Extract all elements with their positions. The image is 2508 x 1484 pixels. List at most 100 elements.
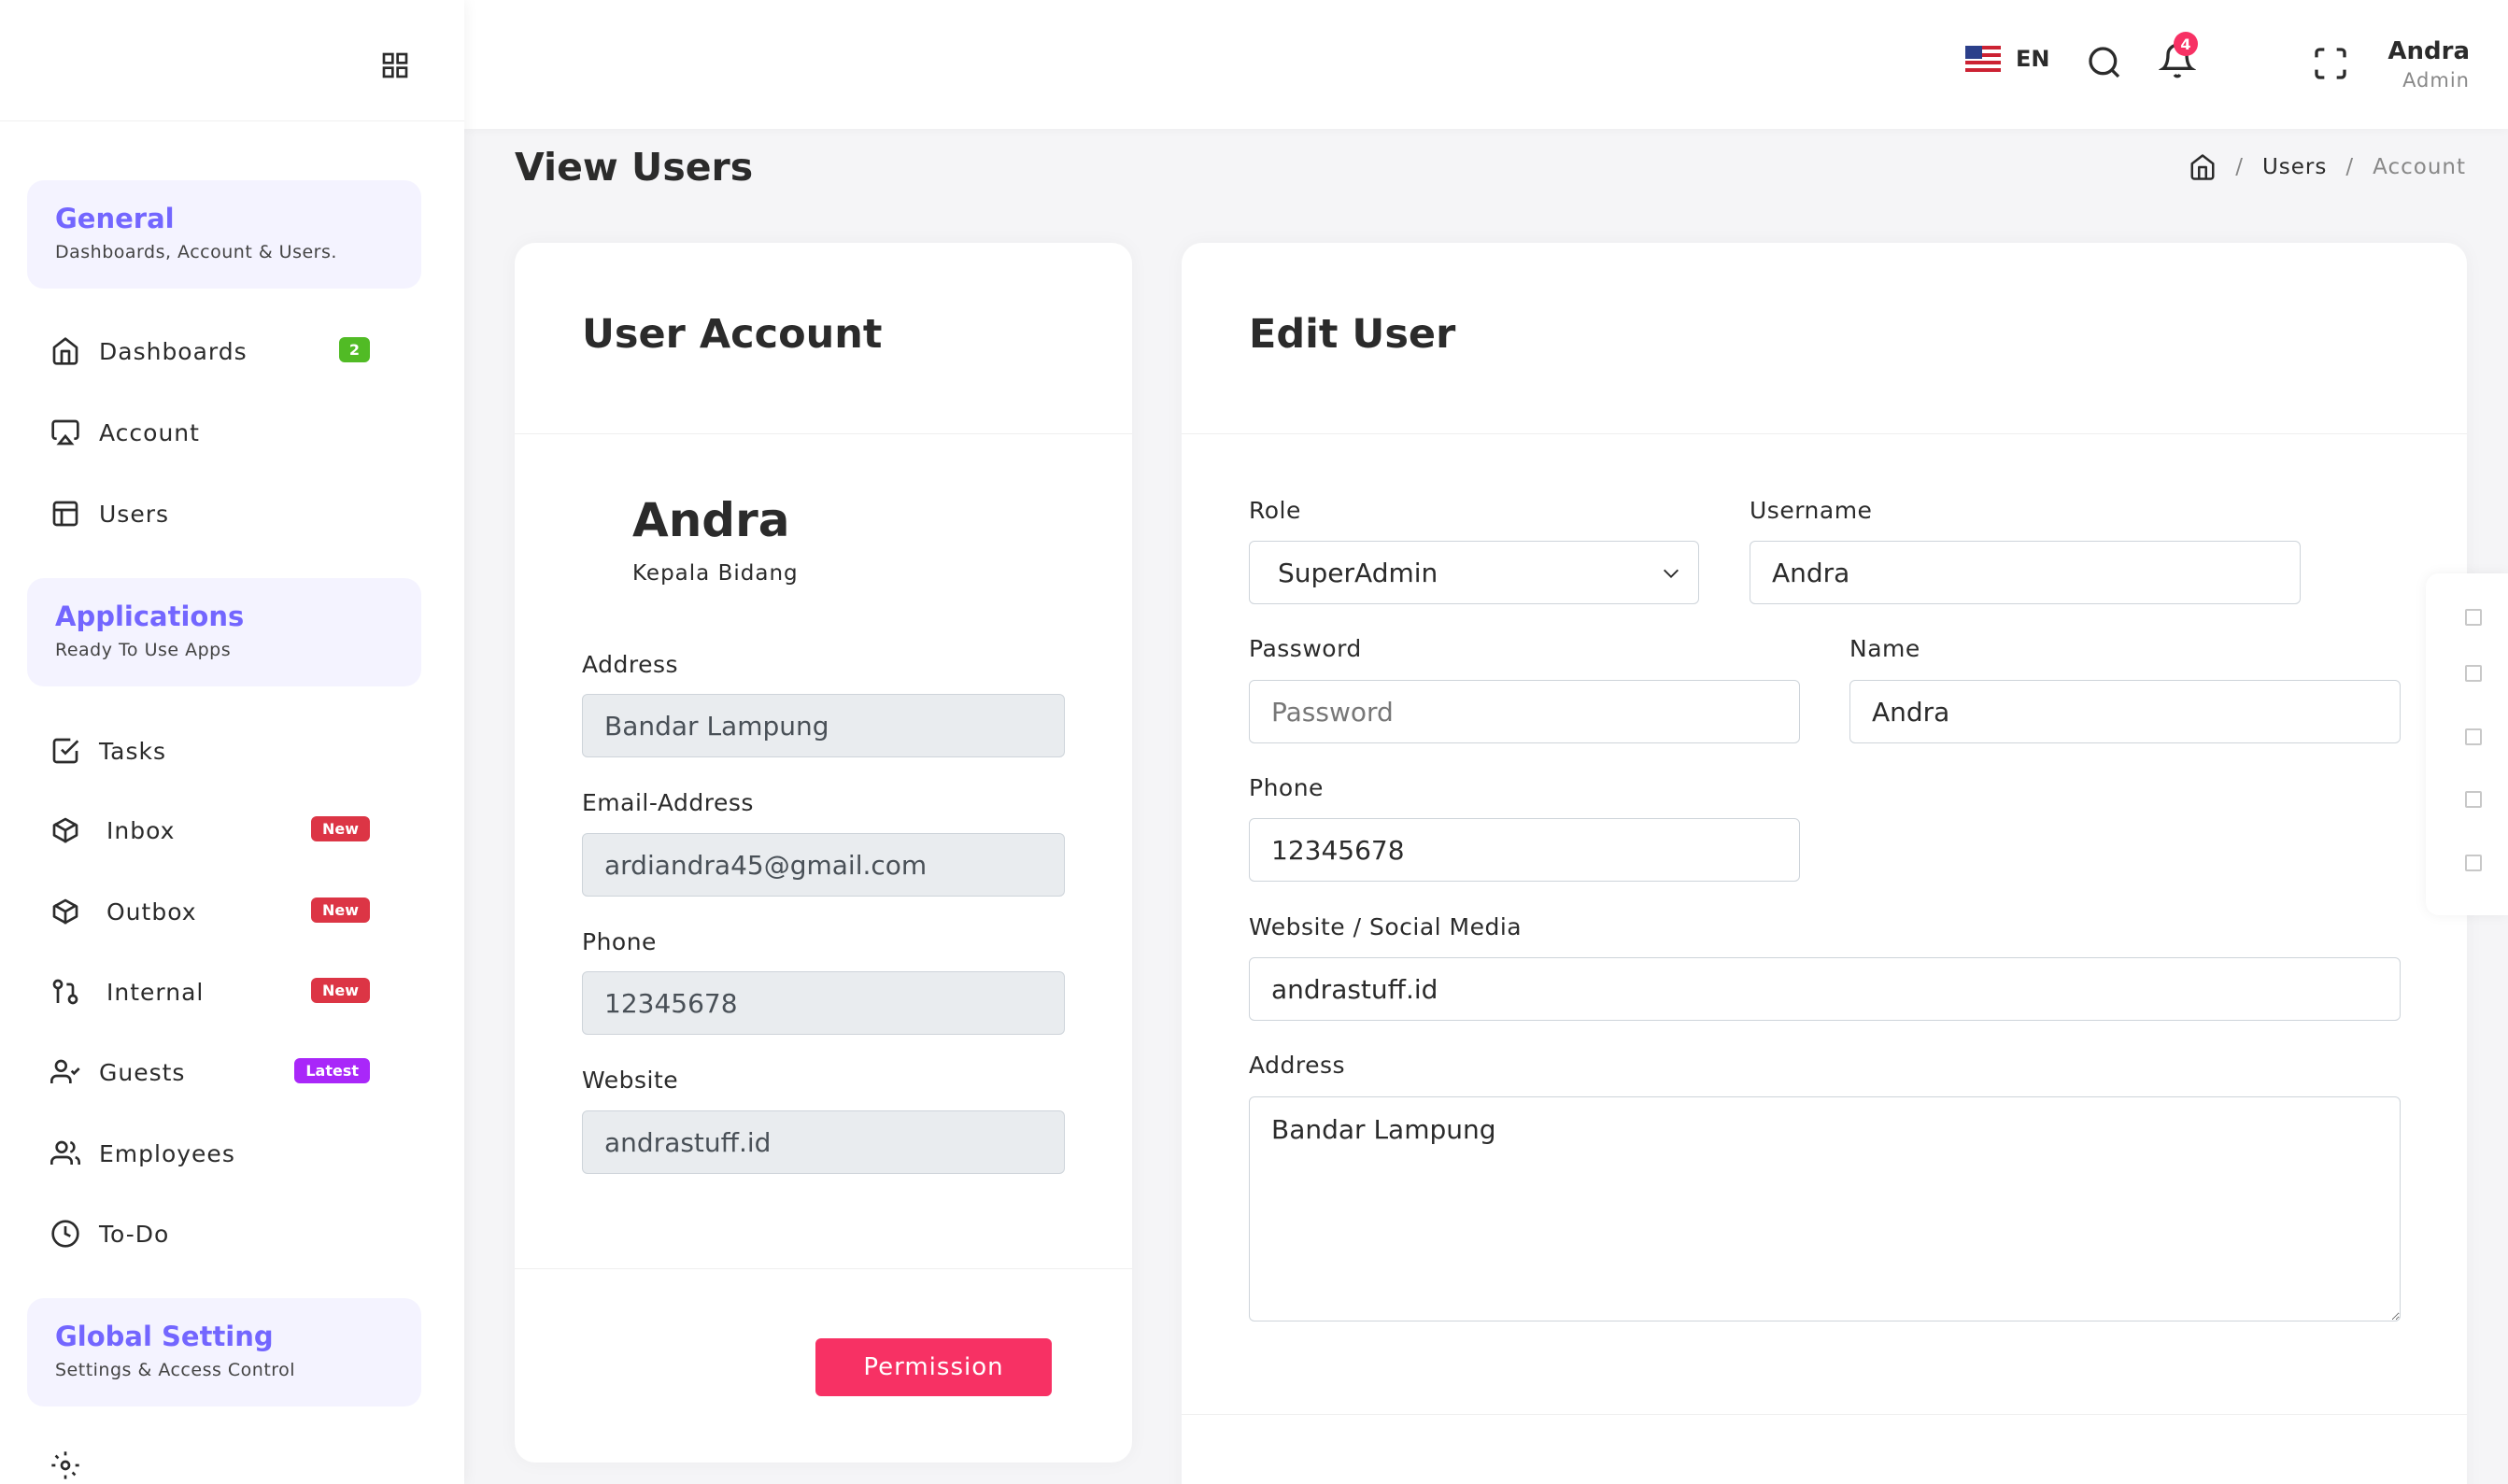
sidebar-item-employees[interactable]: Employees bbox=[50, 1130, 377, 1177]
language-selector[interactable]: EN bbox=[1965, 46, 2049, 72]
new-badge: New bbox=[310, 897, 370, 923]
section-subtitle: Dashboards, Account & Users. bbox=[55, 242, 337, 262]
home-icon bbox=[52, 337, 78, 365]
chevron-down-icon bbox=[1664, 569, 1679, 578]
sidebar-item-label: Account bbox=[99, 418, 200, 446]
sidebar-header bbox=[0, 0, 464, 121]
panel-square-icon[interactable] bbox=[2465, 728, 2482, 745]
section-subtitle: Settings & Access Control bbox=[55, 1360, 296, 1380]
sidebar-item-label: Guests bbox=[99, 1058, 186, 1086]
phone-readonly-field: 12345678 bbox=[582, 971, 1065, 1035]
check-square-icon bbox=[52, 738, 79, 764]
address-readonly-field: Bandar Lampung bbox=[582, 694, 1065, 757]
address-label: Address bbox=[582, 651, 679, 678]
sidebar-item-label: Employees bbox=[99, 1139, 235, 1167]
panel-square-icon[interactable] bbox=[2465, 609, 2482, 626]
website-readonly-field: andrastuff.id bbox=[582, 1110, 1065, 1174]
sidebar-item-label: Users bbox=[99, 500, 170, 528]
permission-button[interactable]: Permission bbox=[815, 1338, 1052, 1396]
profile-name: Andra bbox=[632, 493, 790, 547]
breadcrumb-separator: / bbox=[2235, 155, 2244, 179]
phone-label: Phone bbox=[582, 928, 657, 955]
latest-badge: Latest bbox=[294, 1058, 370, 1083]
breadcrumb-current: Account bbox=[2373, 155, 2466, 179]
phone-input[interactable] bbox=[1249, 818, 1800, 882]
card-footer-divider bbox=[1182, 1414, 2467, 1415]
top-header: EN 4 Andra Admin bbox=[464, 0, 2508, 129]
sidebar-item-todo[interactable]: To-Do bbox=[50, 1210, 377, 1257]
user-profile-menu[interactable]: Andra Admin bbox=[2388, 37, 2470, 92]
user-check-icon bbox=[50, 1059, 80, 1083]
panel-square-icon[interactable] bbox=[2465, 791, 2482, 808]
search-icon[interactable] bbox=[2086, 44, 2123, 81]
sidebar-item-outbox[interactable]: Outbox New bbox=[50, 888, 377, 935]
users-icon bbox=[50, 1140, 80, 1165]
layout-icon bbox=[52, 501, 78, 527]
section-title: Applications bbox=[55, 601, 245, 632]
grid-icon[interactable] bbox=[380, 50, 410, 80]
new-badge: New bbox=[310, 816, 370, 841]
sidebar: General Dashboards, Account & Users. Das… bbox=[0, 0, 464, 1484]
sidebar-item-tasks[interactable]: Tasks bbox=[50, 728, 377, 774]
sidebar-item-inbox[interactable]: Inbox New bbox=[50, 807, 377, 854]
box-icon bbox=[52, 817, 78, 843]
new-badge: New bbox=[310, 978, 370, 1003]
sidebar-item-label: Inbox bbox=[106, 816, 176, 844]
card-footer-divider bbox=[515, 1268, 1132, 1269]
card-title: Edit User bbox=[1249, 311, 1456, 358]
fullscreen-icon[interactable] bbox=[2312, 45, 2349, 82]
username-label: Username bbox=[1750, 497, 1873, 524]
email-label: Email-Address bbox=[582, 789, 754, 816]
breadcrumb: / Users / Account bbox=[2189, 153, 2466, 181]
user-name: Andra bbox=[2388, 37, 2470, 65]
language-label: EN bbox=[2016, 46, 2050, 72]
sidebar-item-account[interactable]: Account bbox=[50, 409, 377, 456]
panel-square-icon[interactable] bbox=[2465, 855, 2482, 871]
floating-side-panel bbox=[2426, 573, 2508, 915]
box-icon bbox=[52, 898, 78, 925]
name-input[interactable] bbox=[1849, 680, 2401, 743]
phone-label: Phone bbox=[1249, 774, 1324, 801]
card-header: User Account bbox=[515, 243, 1132, 434]
sidebar-item-label: Outbox bbox=[106, 897, 197, 926]
sidebar-item-label: Tasks bbox=[99, 737, 166, 765]
user-role: Admin bbox=[2402, 69, 2470, 92]
monitor-icon bbox=[51, 419, 79, 445]
panel-square-icon[interactable] bbox=[2465, 665, 2482, 682]
website-label: Website bbox=[582, 1067, 679, 1094]
breadcrumb-users-link[interactable]: Users bbox=[2262, 155, 2327, 179]
card-header: Edit User bbox=[1182, 243, 2467, 434]
section-subtitle: Ready To Use Apps bbox=[55, 640, 232, 660]
address-label: Address bbox=[1249, 1052, 1346, 1079]
name-label: Name bbox=[1849, 635, 1920, 662]
sidebar-item-internal[interactable]: Internal New bbox=[50, 968, 377, 1015]
breadcrumb-separator: / bbox=[2345, 155, 2355, 179]
count-badge: 2 bbox=[338, 337, 370, 362]
sidebar-item-dashboards[interactable]: Dashboards 2 bbox=[50, 328, 377, 375]
section-general: General Dashboards, Account & Users. bbox=[27, 180, 421, 289]
sidebar-item-users[interactable]: Users bbox=[50, 490, 377, 537]
address-textarea[interactable]: Bandar Lampung bbox=[1249, 1096, 2401, 1321]
notification-count-badge: 4 bbox=[2174, 32, 2198, 56]
username-input[interactable] bbox=[1750, 541, 2301, 604]
website-input[interactable] bbox=[1249, 957, 2401, 1021]
git-pull-request-icon bbox=[52, 979, 78, 1005]
clock-icon bbox=[51, 1220, 79, 1248]
profile-position: Kepala Bidang bbox=[632, 561, 799, 586]
sidebar-item-guests[interactable]: Guests Latest bbox=[50, 1049, 377, 1095]
section-title: Global Setting bbox=[55, 1321, 274, 1352]
password-input[interactable] bbox=[1249, 680, 1800, 743]
section-global-setting: Global Setting Settings & Access Control bbox=[27, 1298, 421, 1406]
section-title: General bbox=[55, 203, 175, 234]
settings-icon bbox=[51, 1451, 79, 1479]
password-label: Password bbox=[1249, 635, 1362, 662]
role-select[interactable]: SuperAdmin bbox=[1249, 541, 1699, 604]
card-title: User Account bbox=[582, 311, 883, 358]
sidebar-item-label: Dashboards bbox=[99, 337, 248, 365]
sidebar-item-label: To-Do bbox=[99, 1220, 170, 1248]
role-selected-value: SuperAdmin bbox=[1278, 557, 1438, 588]
page-title: View Users bbox=[515, 145, 754, 190]
home-icon[interactable] bbox=[2189, 153, 2217, 181]
section-applications: Applications Ready To Use Apps bbox=[27, 578, 421, 686]
website-label: Website / Social Media bbox=[1249, 913, 1523, 940]
